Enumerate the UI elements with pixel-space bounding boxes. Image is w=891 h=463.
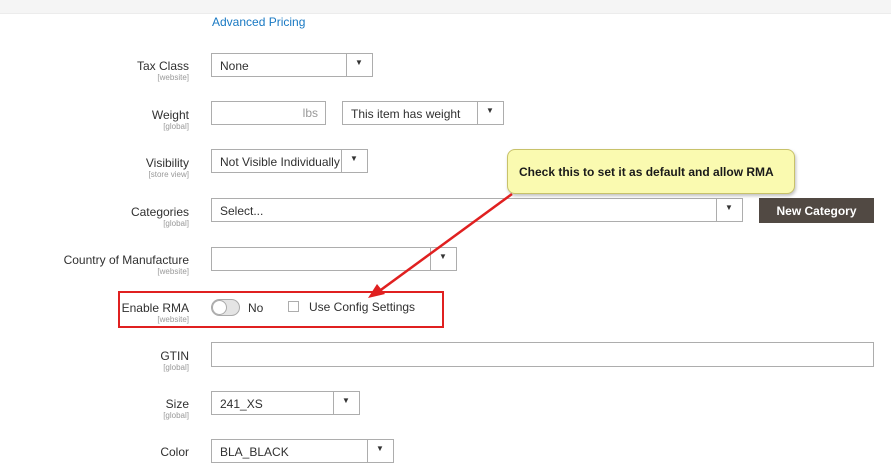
chevron-down-icon: ▼ [725,203,733,212]
gtin-label: GTIN [global] [160,349,189,373]
callout-tooltip: Check this to set it as default and allo… [507,149,795,194]
chevron-down-icon: ▼ [342,396,350,405]
visibility-select[interactable]: Not Visible Individually ▼ [211,149,368,173]
categories-value: Select... [220,204,264,218]
country-select[interactable]: ▼ [211,247,457,271]
color-label: Color [160,445,189,459]
weight-scope: [global] [163,122,189,131]
weight-type-dropdown-button[interactable]: ▼ [477,102,503,124]
size-value: 241_XS [220,397,263,411]
visibility-dropdown-button[interactable]: ▼ [341,150,367,172]
toggle-knob [212,300,227,315]
categories-dropdown-button[interactable]: ▼ [716,199,742,221]
weight-type-value: This item has weight [351,107,461,121]
tax-class-dropdown-button[interactable]: ▼ [346,54,372,76]
tax-class-label: Tax Class [website] [137,59,189,83]
new-category-button[interactable]: New Category [759,198,874,223]
tax-class-label-text: Tax Class [136,59,189,73]
color-label-text: Color [160,445,189,459]
weight-label: Weight [global] [152,108,189,132]
chevron-down-icon: ▼ [350,154,358,163]
tax-class-scope: [website] [157,73,189,82]
visibility-value: Not Visible Individually [220,155,340,169]
top-bar [0,0,891,14]
chevron-down-icon: ▼ [486,106,494,115]
callout-text: Check this to set it as default and allo… [519,165,774,179]
visibility-scope: [store view] [148,170,189,179]
color-value: BLA_BLACK [220,445,289,459]
categories-select[interactable]: Select... ▼ [211,198,743,222]
chevron-down-icon: ▼ [376,444,384,453]
color-select[interactable]: BLA_BLACK ▼ [211,439,394,463]
weight-input[interactable]: lbs [211,101,326,125]
enable-rma-scope: [website] [157,315,189,324]
size-label-text: Size [165,397,189,411]
use-config-settings-label[interactable]: Use Config Settings [309,300,415,314]
weight-unit: lbs [302,106,318,120]
country-dropdown-button[interactable]: ▼ [430,248,456,270]
enable-rma-label: Enable RMA [website] [122,301,189,325]
enable-rma-toggle-text: No [248,301,264,315]
gtin-label-text: GTIN [160,349,189,363]
country-scope: [website] [157,267,189,276]
size-scope: [global] [163,411,189,420]
categories-scope: [global] [163,219,189,228]
categories-label-text: Categories [130,205,189,219]
chevron-down-icon: ▼ [355,58,363,67]
enable-rma-toggle[interactable] [211,299,240,316]
tax-class-select[interactable]: None ▼ [211,53,373,77]
size-dropdown-button[interactable]: ▼ [333,392,359,414]
visibility-label-text: Visibility [145,156,189,170]
country-label: Country of Manufacture [website] [64,253,189,277]
use-config-settings-checkbox[interactable] [288,301,299,312]
country-label-text: Country of Manufacture [63,253,189,267]
gtin-scope: [global] [163,363,189,372]
size-label: Size [global] [163,397,189,421]
advanced-pricing-link[interactable]: Advanced Pricing [212,15,305,29]
color-dropdown-button[interactable]: ▼ [367,440,393,462]
categories-label: Categories [global] [131,205,189,229]
tax-class-value: None [220,59,249,73]
enable-rma-label-text: Enable RMA [121,301,189,315]
visibility-label: Visibility [store view] [146,156,189,180]
weight-type-select[interactable]: This item has weight ▼ [342,101,504,125]
gtin-input[interactable] [211,342,874,367]
size-select[interactable]: 241_XS ▼ [211,391,360,415]
weight-label-text: Weight [151,108,189,122]
chevron-down-icon: ▼ [439,252,447,261]
